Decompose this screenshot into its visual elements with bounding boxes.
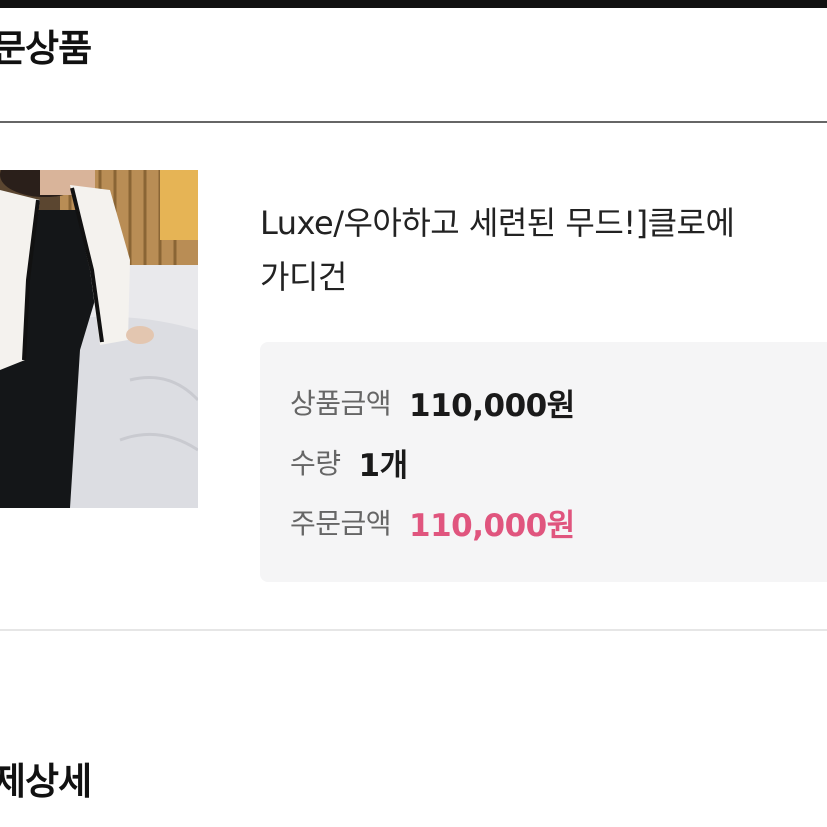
product-thumbnail[interactable]	[0, 170, 198, 508]
quantity-row: 수량 1개	[290, 442, 409, 484]
product-amount-row: 상품금액 110,000원	[290, 382, 575, 424]
product-name-line1: Luxe/우아하고 세련된 무드!]클로에	[260, 204, 735, 242]
payment-detail-title: 제상세	[0, 760, 92, 803]
product-amount-value: 110,000원	[409, 387, 575, 424]
section-divider	[0, 121, 827, 123]
product-name[interactable]: Luxe/우아하고 세련된 무드!]클로에 가디건	[260, 196, 827, 304]
product-name-line2: 가디건	[260, 258, 347, 296]
order-amount-value: 110,000원	[409, 507, 575, 544]
top-status-bar	[0, 0, 827, 8]
product-amount-label: 상품금액	[290, 387, 392, 420]
order-product-title: 문상품	[0, 27, 92, 70]
quantity-label: 수량	[290, 447, 341, 480]
section-divider-light	[0, 629, 827, 631]
price-summary-box: 상품금액 110,000원 수량 1개 주문금액 110,000원	[260, 342, 827, 582]
quantity-value: 1개	[358, 447, 409, 484]
order-amount-row: 주문금액 110,000원	[290, 502, 575, 544]
order-amount-label: 주문금액	[290, 507, 392, 540]
order-detail-page: 문상품 Luxe/우아하고 세련된 무드!]클로에 가디건 상품금액 110,0…	[0, 0, 827, 827]
